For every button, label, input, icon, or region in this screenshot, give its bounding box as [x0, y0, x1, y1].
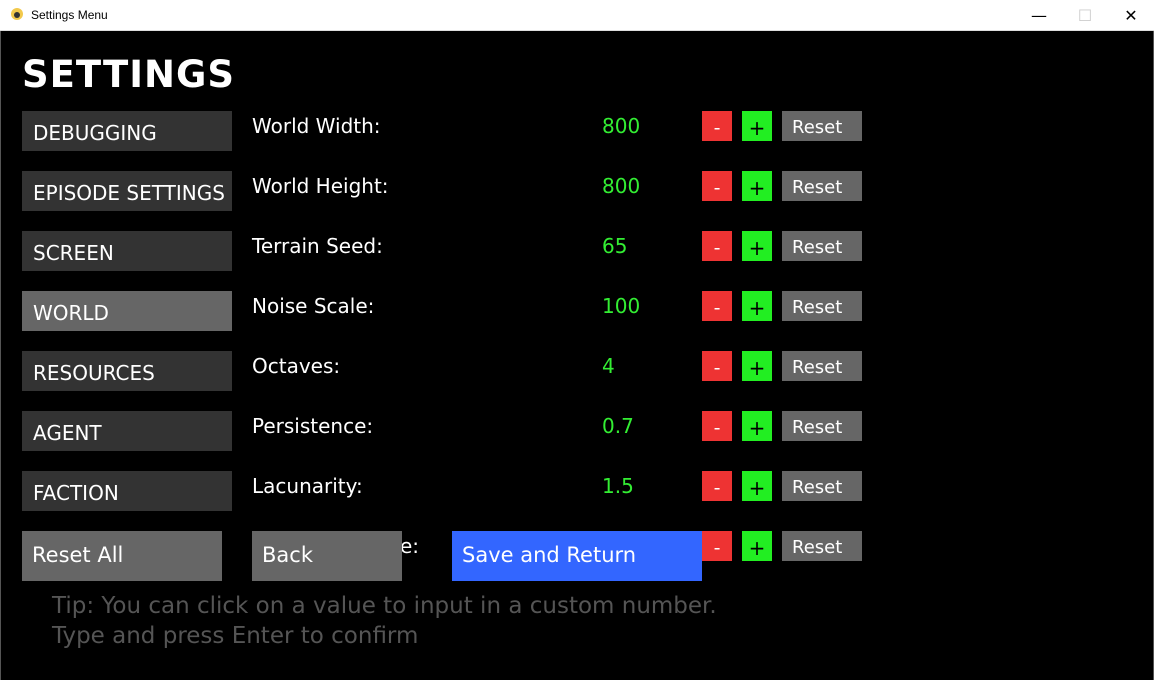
- increment-button[interactable]: +: [742, 231, 772, 261]
- category-faction[interactable]: FACTION: [22, 471, 232, 511]
- category-debugging[interactable]: DEBUGGING: [22, 111, 232, 151]
- increment-button[interactable]: +: [742, 471, 772, 501]
- decrement-button[interactable]: -: [702, 111, 732, 141]
- setting-value[interactable]: 65: [602, 234, 627, 258]
- category-world[interactable]: WORLD: [22, 291, 232, 331]
- reset-button[interactable]: Reset: [782, 411, 862, 441]
- category-episode-settings[interactable]: EPISODE SETTINGS: [22, 171, 232, 211]
- setting-label: Noise Scale:: [252, 294, 375, 318]
- increment-button[interactable]: +: [742, 411, 772, 441]
- setting-label: Lacunarity:: [252, 474, 363, 498]
- category-agent[interactable]: AGENT: [22, 411, 232, 451]
- setting-value[interactable]: 1.5: [602, 474, 634, 498]
- reset-button[interactable]: Reset: [782, 111, 862, 141]
- setting-label: World Height:: [252, 174, 389, 198]
- page-title: SETTINGS: [22, 53, 235, 96]
- decrement-button[interactable]: -: [702, 411, 732, 441]
- setting-label: World Width:: [252, 114, 381, 138]
- decrement-button[interactable]: -: [702, 471, 732, 501]
- increment-button[interactable]: +: [742, 171, 772, 201]
- window-title: Settings Menu: [31, 8, 108, 22]
- decrement-button[interactable]: -: [702, 531, 732, 561]
- increment-button[interactable]: +: [742, 111, 772, 141]
- tip-text-line2: Type and press Enter to confirm: [52, 623, 419, 649]
- increment-button[interactable]: +: [742, 291, 772, 321]
- save-and-return-button[interactable]: Save and Return: [452, 531, 702, 581]
- increment-button[interactable]: +: [742, 531, 772, 561]
- decrement-button[interactable]: -: [702, 291, 732, 321]
- setting-value[interactable]: 0.7: [602, 414, 634, 438]
- tip-text-line1: Tip: You can click on a value to input i…: [52, 593, 717, 619]
- setting-value[interactable]: 4: [602, 354, 615, 378]
- minimize-button[interactable]: —: [1016, 0, 1062, 31]
- setting-label: Octaves:: [252, 354, 341, 378]
- app-icon: [11, 8, 23, 20]
- increment-button[interactable]: +: [742, 351, 772, 381]
- settings-screen: SETTINGS DEBUGGING EPISODE SETTINGS SCRE…: [0, 31, 1154, 680]
- back-button[interactable]: Back: [252, 531, 402, 581]
- setting-label: Terrain Seed:: [252, 234, 383, 258]
- setting-value[interactable]: 800: [602, 114, 640, 138]
- reset-button[interactable]: Reset: [782, 531, 862, 561]
- reset-button[interactable]: Reset: [782, 471, 862, 501]
- setting-label: e:: [400, 534, 420, 558]
- maximize-button[interactable]: ☐: [1062, 0, 1108, 31]
- category-resources[interactable]: RESOURCES: [22, 351, 232, 391]
- reset-button[interactable]: Reset: [782, 171, 862, 201]
- decrement-button[interactable]: -: [702, 351, 732, 381]
- reset-button[interactable]: Reset: [782, 351, 862, 381]
- decrement-button[interactable]: -: [702, 231, 732, 261]
- setting-value[interactable]: 100: [602, 294, 640, 318]
- setting-label: Persistence:: [252, 414, 374, 438]
- window-titlebar: Settings Menu — ☐ ✕: [0, 0, 1154, 31]
- setting-value[interactable]: 800: [602, 174, 640, 198]
- reset-button[interactable]: Reset: [782, 231, 862, 261]
- close-button[interactable]: ✕: [1108, 0, 1154, 31]
- reset-button[interactable]: Reset: [782, 291, 862, 321]
- decrement-button[interactable]: -: [702, 171, 732, 201]
- category-screen[interactable]: SCREEN: [22, 231, 232, 271]
- reset-all-button[interactable]: Reset All: [22, 531, 222, 581]
